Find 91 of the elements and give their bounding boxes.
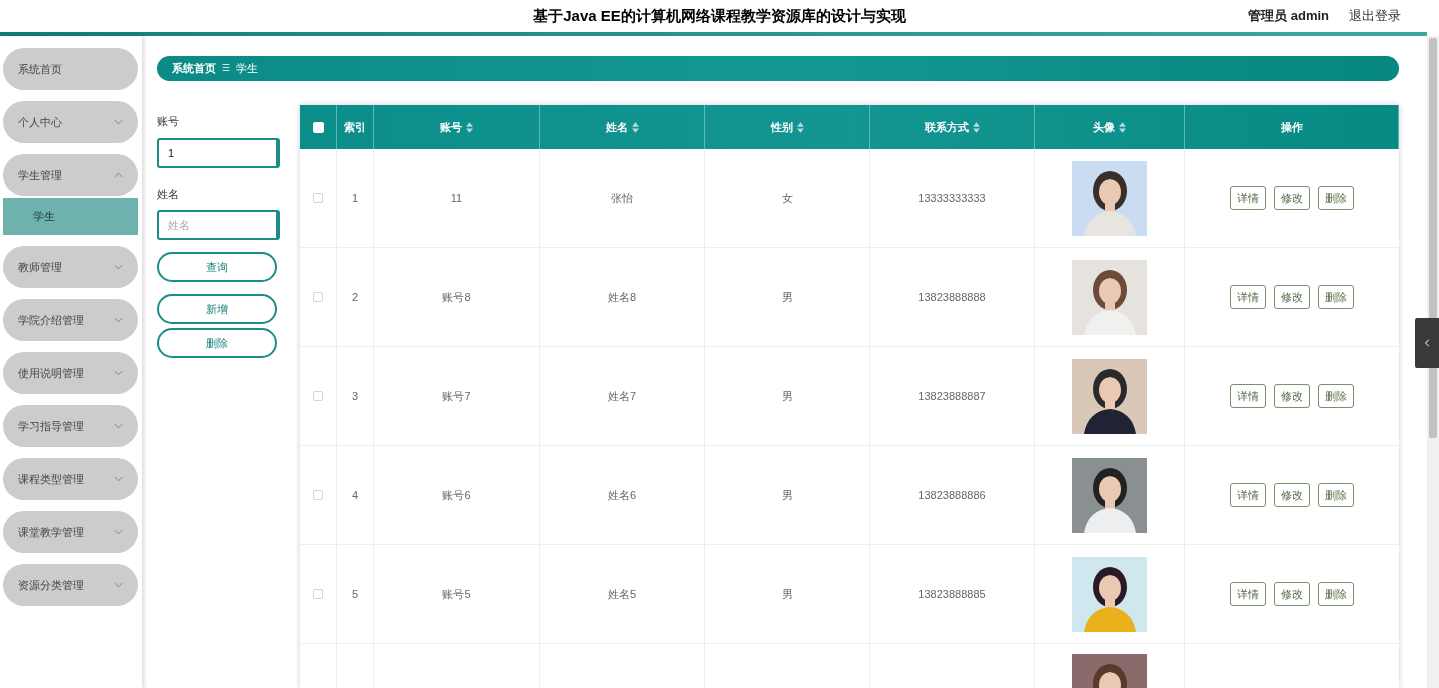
sidebar-item[interactable]: 使用说明管理 [3,352,138,394]
table-cell-text: 13823888888 [918,289,986,305]
table-cell-text: 13823888887 [918,388,986,404]
row-checkbox[interactable] [313,589,323,599]
row-checkbox[interactable] [313,193,323,203]
row-action-button[interactable]: 删除 [1318,582,1354,606]
table-cell-text: 4 [351,487,359,503]
table-cell-text: 男 [781,586,793,602]
row-action-button[interactable]: 详情 [1230,285,1266,309]
table-cell-text: 男 [781,289,793,305]
sort-icon[interactable] [796,121,804,133]
sort-icon[interactable] [1119,121,1126,133]
column-header[interactable]: 联系方式 [870,105,1035,149]
table-cell-text: 5 [351,586,359,602]
breadcrumb-link[interactable]: 系统首页 [172,60,216,77]
row-action-button[interactable]: 删除 [1318,285,1354,309]
table-cell-text: 13823888886 [918,487,986,503]
action-button[interactable]: 查询 [157,252,277,282]
sort-icon[interactable] [631,121,639,133]
sort-icon[interactable] [972,121,980,133]
field-label: 账号 [157,114,180,129]
table-cell-text: 账号7 [442,388,471,404]
select-all-checkbox[interactable] [312,121,324,133]
chevron-up-icon [114,172,123,178]
row-action-button[interactable]: 修改 [1274,285,1310,309]
column-header: 索引 [337,105,374,149]
breadcrumb-separator: ☰ [222,61,230,75]
table-cell-text: 3 [351,388,359,404]
chevron-down-icon [114,264,123,270]
column-header[interactable]: 账号 [374,105,540,149]
sidebar-item[interactable]: 个人中心 [3,101,138,143]
sidebar-item[interactable]: 学生管理 [3,154,138,196]
search-field[interactable]: 姓名 [157,210,280,240]
table-cell-text: 姓名5 [607,586,637,602]
table-cell-text: 11 [450,190,463,206]
table-cell-text: 13333333333 [918,190,986,206]
chevron-down-icon [114,423,123,429]
sidebar-item[interactable]: 资源分类管理 [3,564,138,606]
sidebar-item[interactable]: 学院介绍管理 [3,299,138,341]
action-button[interactable]: 删除 [157,328,277,358]
action-button[interactable]: 新增 [157,294,277,324]
table-cell-text: 男 [781,487,793,503]
row-action-button[interactable]: 详情 [1230,483,1266,507]
row-action-button[interactable]: 删除 [1318,186,1354,210]
row-action-button[interactable]: 详情 [1230,186,1266,210]
breadcrumb-link[interactable]: 学生 [236,60,258,77]
user-label: 管理员 admin [1248,7,1329,26]
sidebar-item[interactable]: 学习指导管理 [3,405,138,447]
table-cell-text: 2 [351,289,359,305]
sidebar-item[interactable]: 课程类型管理 [3,458,138,500]
table-cell-text: 1 [351,190,359,206]
table-cell-text: 账号5 [442,586,471,602]
table-cell-text: 张怡 [611,190,633,206]
sort-icon[interactable] [466,121,473,133]
field-label: 姓名 [157,186,180,202]
row-action-button[interactable]: 修改 [1274,186,1310,210]
sidebar-subitem[interactable]: 学生 [3,198,138,235]
column-header[interactable]: 姓名 [540,105,705,149]
sidebar-item[interactable]: 课堂教学管理 [3,511,138,553]
page-title: 基于Java EE的计算机网络课程教学资源库的设计与实现 [533,5,906,26]
table-cell-text: 姓名6 [607,487,637,503]
row-action-button[interactable]: 修改 [1274,483,1310,507]
column-header[interactable]: 性别 [705,105,870,149]
row-action-button[interactable]: 修改 [1274,582,1310,606]
table-cell-text: 13823888885 [918,586,986,602]
chevron-down-icon [114,582,123,588]
table-cell-text: 账号8 [442,289,471,305]
row-action-button[interactable]: 修改 [1274,384,1310,408]
table-cell-text: 姓名8 [607,289,637,305]
sidebar-item[interactable]: 教师管理 [3,246,138,288]
column-header: 操作 [1185,105,1399,149]
table-cell-text: 姓名7 [607,388,637,404]
chevron-down-icon [114,529,123,535]
chevron-down-icon [114,370,123,376]
row-action-button[interactable]: 详情 [1230,582,1266,606]
row-action-button[interactable]: 删除 [1318,483,1354,507]
chevron-down-icon [114,317,123,323]
sidebar-item[interactable]: 系统首页 [3,48,138,90]
chevron-down-icon [114,119,123,125]
search-field[interactable]: 1 [157,137,280,168]
row-checkbox[interactable] [313,391,323,401]
logout-link[interactable]: 退出登录 [1349,6,1401,26]
column-header[interactable]: 头像 [1035,105,1185,149]
row-checkbox[interactable] [313,490,323,500]
row-checkbox[interactable] [313,292,323,302]
table-cell-text: 女 [781,190,793,206]
table-cell-text: 账号6 [442,487,471,503]
row-action-button[interactable]: 详情 [1230,384,1266,408]
table-cell-text: 男 [781,388,793,404]
row-action-button[interactable]: 删除 [1318,384,1354,408]
chevron-down-icon [114,476,123,482]
